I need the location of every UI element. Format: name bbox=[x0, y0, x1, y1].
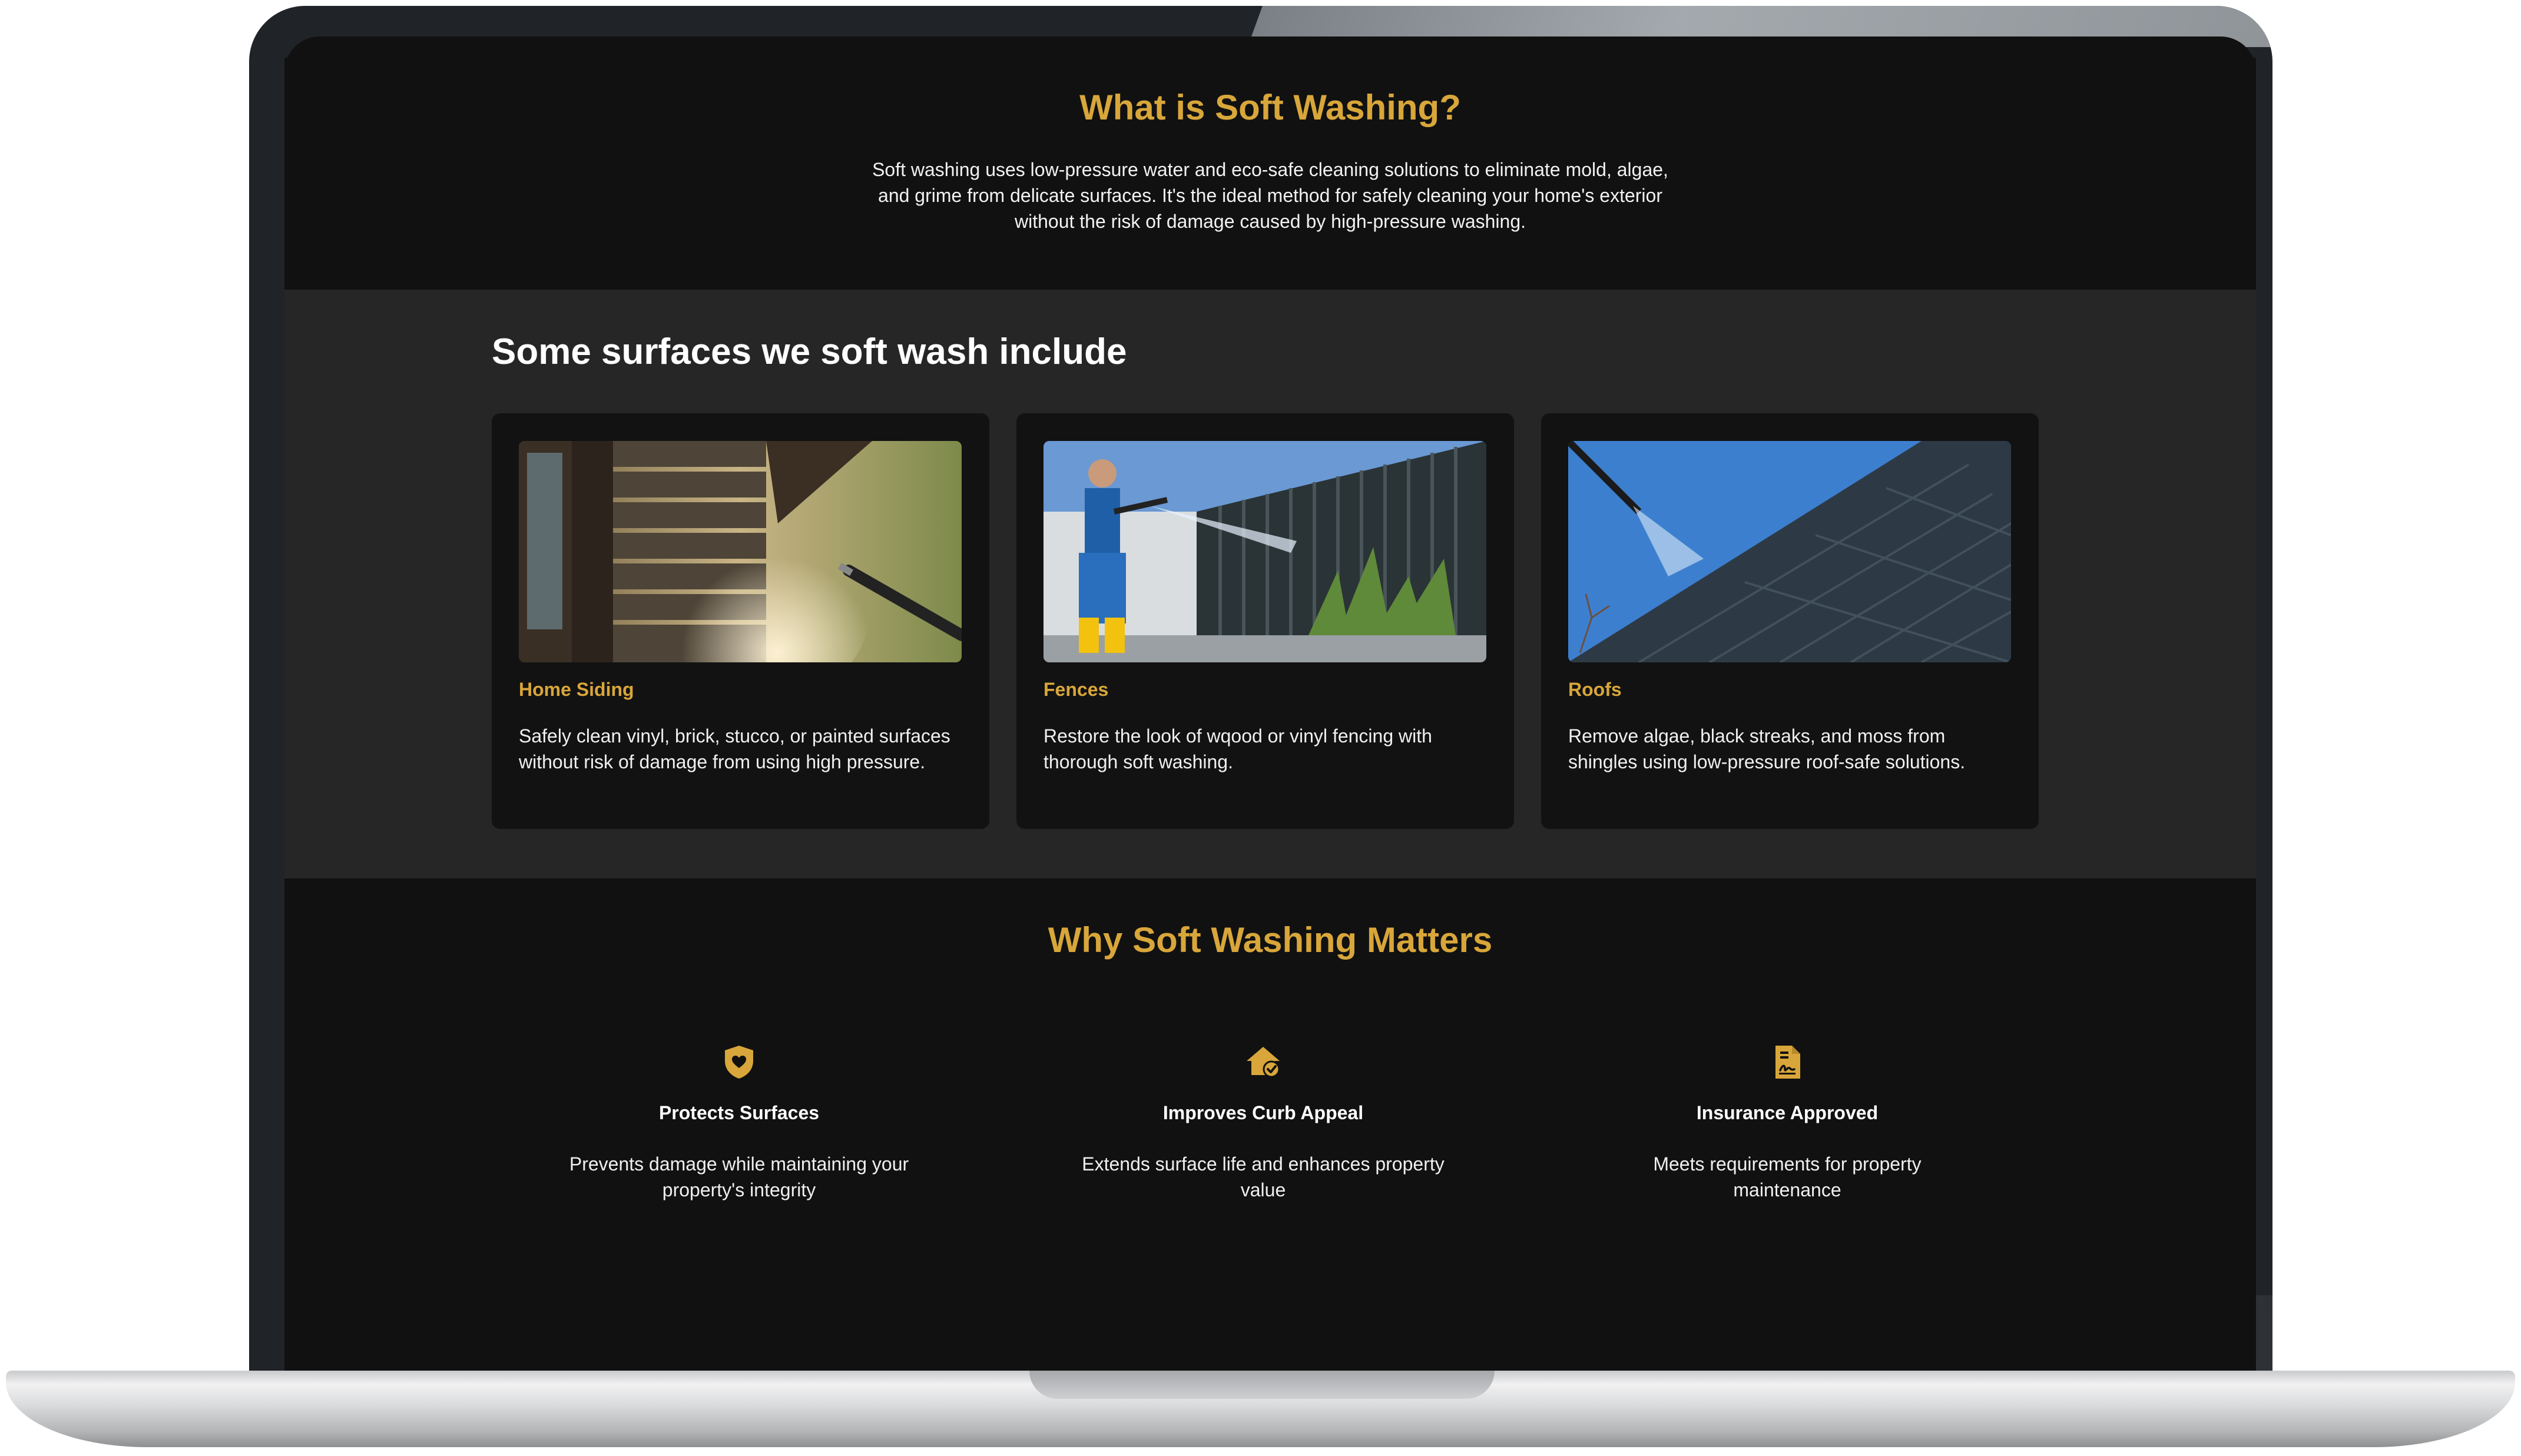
feature-title: Improves Curb Appeal bbox=[1162, 1102, 1364, 1123]
feature-title: Protects Surfaces bbox=[658, 1102, 820, 1123]
roofs-image bbox=[1568, 441, 2011, 662]
intro-title: What is Soft Washing? bbox=[1079, 88, 1461, 127]
card-text: Remove algae, black streaks, and moss fr… bbox=[1568, 725, 1966, 772]
feature-protects-surfaces: Protects Surfaces Prevents damage while … bbox=[527, 1043, 951, 1203]
surfaces-title: Some surfaces we soft wash include bbox=[492, 331, 1127, 372]
laptop-notch bbox=[1029, 1371, 1495, 1399]
feature-text: Meets requirements for property maintena… bbox=[1653, 1153, 1922, 1200]
feature-curb-appeal: Improves Curb Appeal Extends surface lif… bbox=[1051, 1043, 1475, 1203]
surface-card-fences[interactable]: Fences Restore the look of wqood or viny… bbox=[1016, 413, 1514, 829]
surface-card-roofs[interactable]: Roofs Remove algae, black streaks, and m… bbox=[1541, 413, 2039, 829]
house-check-icon bbox=[1247, 1047, 1280, 1078]
feature-insurance-approved: Insurance Approved Meets requirements fo… bbox=[1575, 1043, 1999, 1203]
why-title: Why Soft Washing Matters bbox=[1048, 920, 1493, 960]
card-text: Restore the look of wqood or vinyl fenci… bbox=[1043, 725, 1432, 772]
surfaces-section: Some surfaces we soft wash include Home … bbox=[284, 290, 2256, 878]
feature-text: Prevents damage while maintaining your p… bbox=[569, 1153, 909, 1200]
intro-section: What is Soft Washing? Soft washing uses … bbox=[284, 58, 2256, 290]
card-title: Home Siding bbox=[519, 679, 634, 700]
feature-title: Insurance Approved bbox=[1696, 1102, 1879, 1123]
intro-description: Soft washing uses low-pressure water and… bbox=[872, 159, 1668, 232]
why-section: Why Soft Washing Matters Protects Surfac… bbox=[284, 878, 2256, 1293]
feature-text: Extends surface life and enhances proper… bbox=[1082, 1153, 1445, 1200]
home-siding-image bbox=[519, 441, 962, 662]
card-title: Roofs bbox=[1568, 679, 1622, 700]
card-title: Fences bbox=[1043, 679, 1109, 700]
card-text: Safely clean vinyl, brick, stucco, or pa… bbox=[519, 725, 950, 772]
document-signature-icon bbox=[1775, 1046, 1800, 1079]
web-page: What is Soft Washing? Soft washing uses … bbox=[284, 58, 2256, 1293]
fences-image bbox=[1043, 441, 1486, 662]
shield-heart-icon bbox=[725, 1046, 753, 1079]
surface-card-home-siding[interactable]: Home Siding Safely clean vinyl, brick, s… bbox=[492, 413, 989, 829]
